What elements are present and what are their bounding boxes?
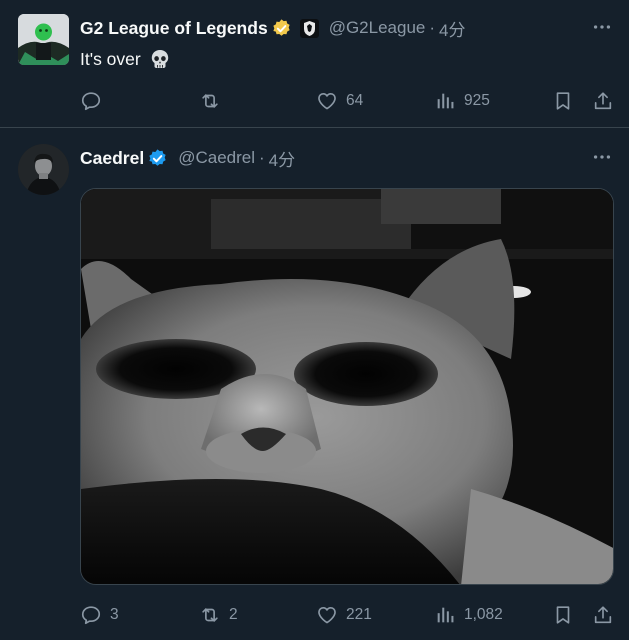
grayscale-cat-photo (81, 189, 613, 584)
g2-esports-logo-icon[interactable] (299, 18, 319, 38)
bookmark-button[interactable] (552, 602, 574, 628)
like-count: 221 (346, 606, 372, 623)
timestamp[interactable]: 4分 (439, 16, 465, 41)
retweet-icon (199, 90, 221, 112)
share-button[interactable] (592, 88, 614, 114)
heart-icon (316, 90, 338, 112)
views-icon (434, 604, 456, 626)
tweet-text: It's over (80, 48, 171, 70)
reply-button[interactable] (80, 88, 110, 114)
tweet-caedrel[interactable]: Caedrel @Caedrel · 4分 3 2 221 1,082 (0, 128, 629, 640)
caedrel-avatar[interactable] (18, 144, 69, 195)
views-button[interactable]: 925 (434, 88, 490, 114)
views-count: 925 (464, 92, 490, 109)
bookmark-icon (552, 604, 574, 626)
reply-icon (80, 90, 102, 112)
display-name[interactable]: Caedrel (80, 148, 144, 169)
like-button[interactable]: 64 (316, 88, 363, 114)
bookmark-icon (552, 90, 574, 112)
like-count: 64 (346, 92, 364, 109)
display-name[interactable]: G2 League of Legends (80, 18, 268, 39)
reply-button[interactable]: 3 (80, 602, 119, 628)
verified-badge-icon[interactable] (147, 148, 168, 169)
more-icon[interactable] (591, 146, 613, 168)
handle[interactable]: @Caedrel (178, 148, 255, 168)
views-icon (434, 90, 456, 112)
tweet-text-content: It's over (80, 48, 141, 69)
views-count: 1,082 (464, 606, 503, 623)
retweet-button[interactable]: 2 (199, 602, 238, 628)
skull-emoji-icon (149, 48, 171, 70)
retweet-button[interactable] (199, 88, 229, 114)
retweet-count: 2 (229, 606, 238, 623)
tweet-header: Caedrel @Caedrel · 4分 (80, 146, 295, 170)
handle[interactable]: @G2League (329, 18, 426, 38)
like-button[interactable]: 221 (316, 602, 372, 628)
reply-icon (80, 604, 102, 626)
heart-icon (316, 604, 338, 626)
action-bar: 64 925 (80, 88, 614, 114)
share-icon (592, 604, 614, 626)
separator: · (259, 148, 265, 167)
more-icon[interactable] (591, 16, 613, 38)
separator: · (429, 18, 436, 37)
g2-avatar[interactable] (18, 14, 69, 65)
reply-count: 3 (110, 606, 119, 623)
tweet-media-image[interactable] (80, 188, 614, 585)
share-icon (592, 90, 614, 112)
share-button[interactable] (592, 602, 614, 628)
action-bar: 3 2 221 1,082 (80, 602, 614, 628)
verified-organization-badge-icon[interactable] (271, 18, 292, 39)
bookmark-button[interactable] (552, 88, 574, 114)
timestamp[interactable]: 4分 (269, 146, 295, 171)
tweet-header: G2 League of Legends @G2League · 4分 (80, 16, 466, 40)
views-button[interactable]: 1,082 (434, 602, 503, 628)
retweet-icon (199, 604, 221, 626)
tweet-g2league[interactable]: G2 League of Legends @G2League · 4分 It's… (0, 0, 629, 128)
